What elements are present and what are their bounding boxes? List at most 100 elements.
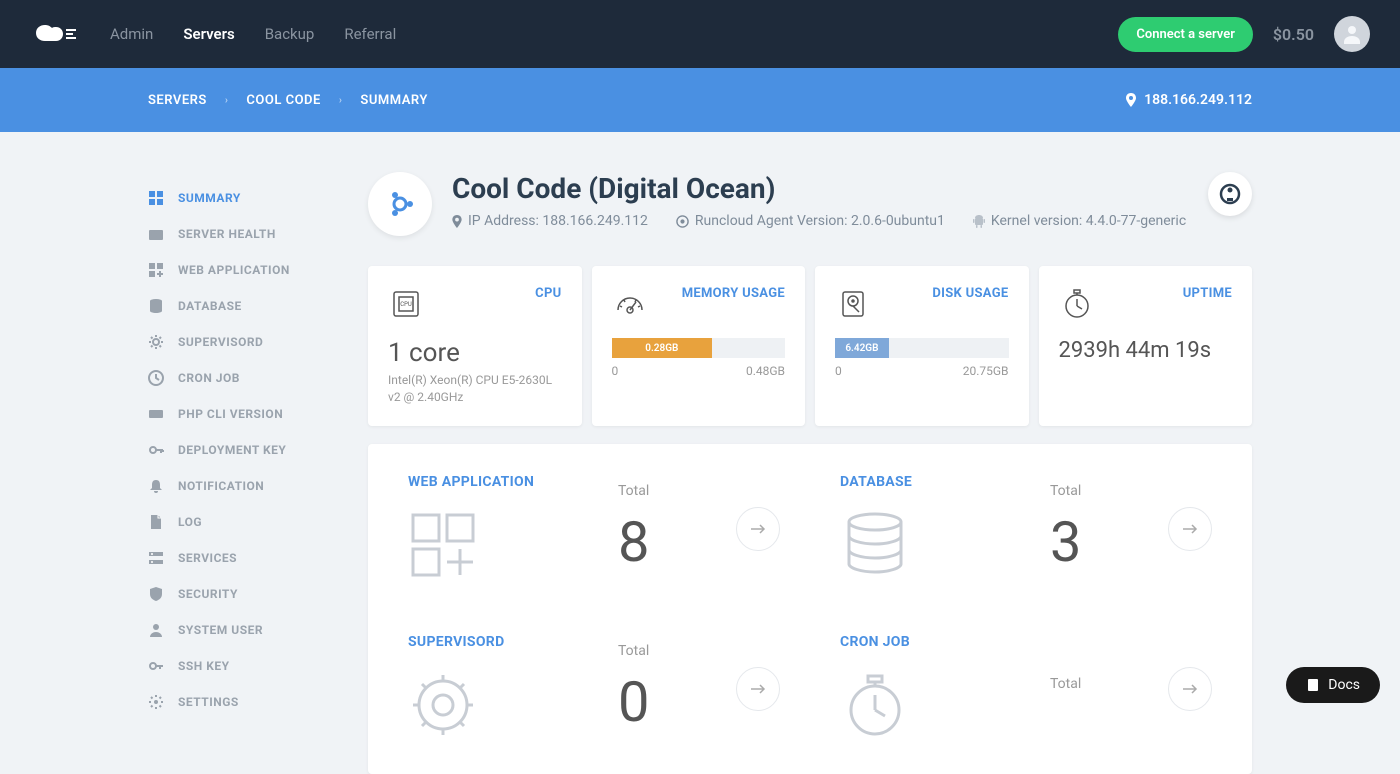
cog-icon: [148, 694, 164, 710]
sidebar-item-services[interactable]: SERVICES: [148, 540, 338, 576]
sidebar-item-security[interactable]: SECURITY: [148, 576, 338, 612]
db-icon: [148, 298, 164, 314]
db-icon: [840, 510, 910, 580]
sidebar-item-database[interactable]: DATABASE: [148, 288, 338, 324]
summary-web-application: WEB APPLICATION Total 8: [408, 474, 780, 584]
arrow-right-icon: [1182, 523, 1198, 535]
nav-servers[interactable]: Servers: [183, 25, 234, 43]
digitalocean-icon: [1218, 182, 1242, 206]
summary-count: 3: [1050, 509, 1138, 575]
summary-database: DATABASE Total 3: [840, 474, 1212, 584]
stat-uptime: UPTIME 2939h 44m 19s: [1039, 266, 1253, 426]
total-label: Total: [618, 643, 706, 659]
clock-icon: [840, 670, 910, 740]
svg-text:CPU: CPU: [400, 301, 412, 308]
logo[interactable]: [30, 19, 80, 49]
shield-icon: [148, 586, 164, 602]
docs-button[interactable]: Docs: [1286, 667, 1380, 703]
location-icon: [1126, 93, 1136, 107]
sidebar-item-cron-job[interactable]: CRON JOB: [148, 360, 338, 396]
user-icon: [148, 622, 164, 638]
webapp-icon: [408, 510, 478, 580]
file-icon: [148, 514, 164, 530]
memory-used: 0.28GB: [612, 338, 713, 358]
sidebar-item-label: LOG: [178, 515, 202, 529]
account-balance: $0.50: [1273, 25, 1314, 44]
summary-supervisord: SUPERVISORDTotal0: [408, 634, 780, 744]
sidebar-item-web-application[interactable]: WEB APPLICATION: [148, 252, 338, 288]
nav-referral[interactable]: Referral: [344, 25, 396, 43]
sidebar-item-php-cli-version[interactable]: PHP CLI VERSION: [148, 396, 338, 432]
sshkey-icon: [148, 658, 164, 674]
meta-agent: Runcloud Agent Version: 2.0.6-0ubuntu1: [676, 213, 945, 229]
android-icon: [973, 214, 985, 228]
summary-title: SUPERVISORD: [408, 634, 588, 650]
meta-kernel: Kernel version: 4.4.0-77-generic: [973, 213, 1186, 229]
total-label: Total: [1050, 676, 1138, 692]
nav-admin[interactable]: Admin: [110, 25, 153, 43]
sidebar-item-label: NOTIFICATION: [178, 479, 264, 493]
arrow-right-icon: [750, 683, 766, 695]
sidebar-item-settings[interactable]: SETTINGS: [148, 684, 338, 720]
cpu-icon: CPU: [388, 286, 424, 322]
arrow-right-icon: [750, 523, 766, 535]
summary-title: DATABASE: [840, 474, 1020, 490]
summary-title: CRON JOB: [840, 634, 1020, 650]
summary-cron-job: CRON JOB Total: [840, 634, 1212, 744]
user-avatar[interactable]: [1334, 16, 1370, 52]
sidebar-item-label: CRON JOB: [178, 371, 240, 385]
breadcrumb-item: SUMMARY: [360, 93, 427, 108]
summary-arrow-button[interactable]: [1168, 507, 1212, 551]
sidebar-item-supervisord[interactable]: SUPERVISORD: [148, 324, 338, 360]
topbar: Admin Servers Backup Referral Connect a ser…: [0, 0, 1400, 68]
breadcrumb-item[interactable]: COOL CODE: [246, 93, 320, 108]
chevron-right-icon: ›: [339, 95, 343, 106]
stat-disk: DISK USAGE 6.42GB 020.75GB: [815, 266, 1029, 426]
sidebar-item-system-user[interactable]: SYSTEM USER: [148, 612, 338, 648]
summary-count: 8: [618, 509, 706, 575]
gear-icon: [408, 670, 478, 740]
server-ip-display: 188.166.249.112: [1126, 92, 1252, 108]
total-label: Total: [618, 483, 706, 499]
sidebar-item-label: SYSTEM USER: [178, 623, 263, 637]
server-title: Cool Code (Digital Ocean): [452, 172, 1252, 205]
cpu-cores: 1 core: [388, 338, 562, 368]
php-icon: [148, 406, 164, 422]
sidebar-item-label: WEB APPLICATION: [178, 263, 290, 277]
summary-arrow-button[interactable]: [736, 507, 780, 551]
sidebar-item-label: SECURITY: [178, 587, 238, 601]
breadcrumb-bar: SERVERS›COOL CODE›SUMMARY 188.166.249.11…: [0, 68, 1400, 132]
arrow-right-icon: [1182, 683, 1198, 695]
sidebar-item-label: SERVER HEALTH: [178, 227, 276, 241]
disk-used: 6.42GB: [835, 338, 889, 358]
stat-memory: MEMORY USAGE 0.28GB 00.48GB: [592, 266, 806, 426]
location-icon: [452, 215, 462, 228]
connect-server-button[interactable]: Connect a server: [1118, 17, 1253, 52]
sidebar-item-deployment-key[interactable]: DEPLOYMENT KEY: [148, 432, 338, 468]
summary-arrow-button[interactable]: [1168, 667, 1212, 711]
services-icon: [148, 550, 164, 566]
grid-icon: [148, 190, 164, 206]
sidebar-item-ssh-key[interactable]: SSH KEY: [148, 648, 338, 684]
target-icon: [676, 215, 689, 228]
ubuntu-icon: [382, 186, 418, 222]
sidebar-item-summary[interactable]: SUMMARY: [148, 180, 338, 216]
nav-backup[interactable]: Backup: [265, 25, 315, 43]
provider-badge: [1208, 172, 1252, 216]
sidebar-item-label: SUPERVISORD: [178, 335, 263, 349]
sidebar-item-log[interactable]: LOG: [148, 504, 338, 540]
stat-cpu: CPU CPU 1 core Intel(R) Xeon(R) CPU E5-2…: [368, 266, 582, 426]
sidebar-item-label: SSH KEY: [178, 659, 230, 673]
summary-arrow-button[interactable]: [736, 667, 780, 711]
sidebar-item-label: PHP CLI VERSION: [178, 407, 283, 421]
sidebar-item-server-health[interactable]: SERVER HEALTH: [148, 216, 338, 252]
sidebar-item-notification[interactable]: NOTIFICATION: [148, 468, 338, 504]
sidebar-item-label: DEPLOYMENT KEY: [178, 443, 286, 457]
gear-icon: [148, 334, 164, 350]
summary-title: WEB APPLICATION: [408, 474, 588, 490]
cpu-description: Intel(R) Xeon(R) CPU E5-2630L v2 @ 2.40G…: [388, 372, 562, 406]
main-content: Cool Code (Digital Ocean) IP Address: 18…: [368, 132, 1252, 774]
total-label: Total: [1050, 483, 1138, 499]
gauge-icon: [612, 286, 648, 322]
breadcrumb-item[interactable]: SERVERS: [148, 93, 207, 108]
